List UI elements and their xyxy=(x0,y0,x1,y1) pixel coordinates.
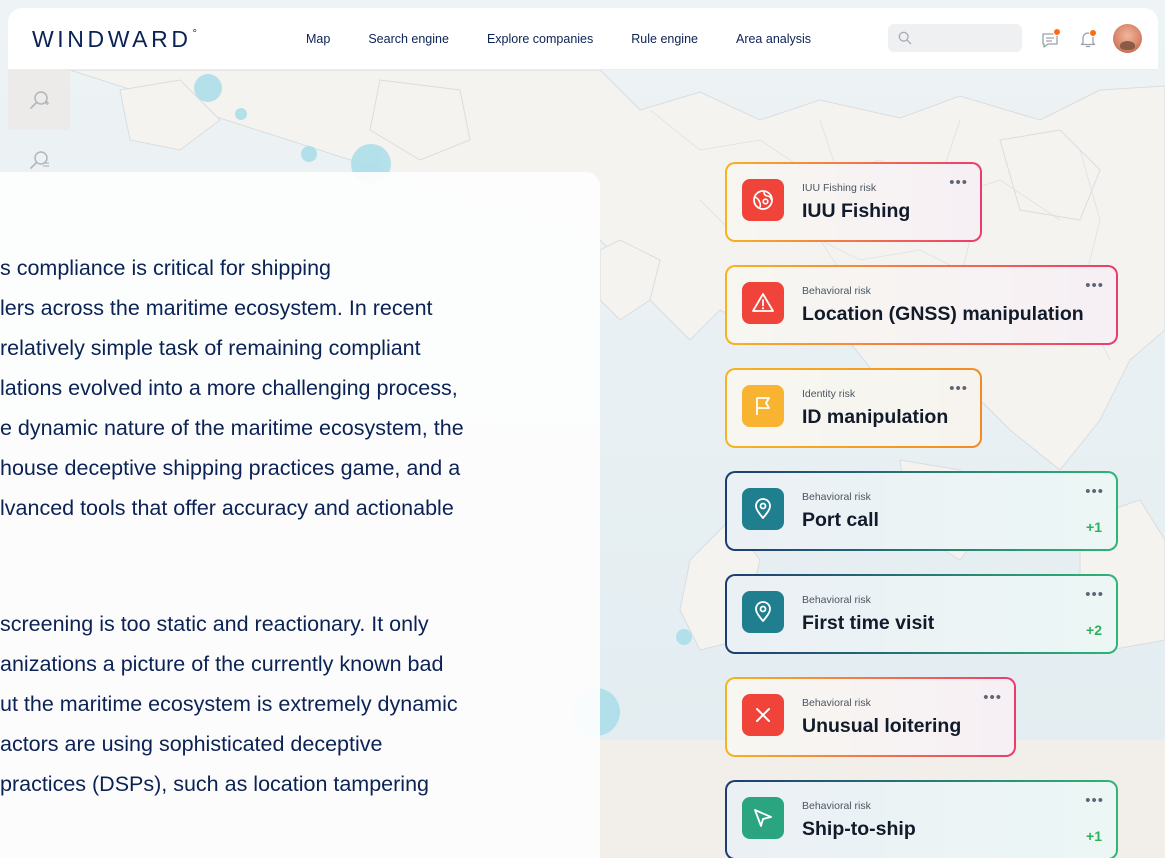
card-category: Behavioral risk xyxy=(802,491,871,503)
zoom-in-tool[interactable] xyxy=(8,70,70,130)
article-paragraph-1: s compliance is critical for shipping le… xyxy=(0,248,464,528)
header-search xyxy=(888,24,1022,52)
paragraph-2-line: ut the maritime ecosystem is extremely d… xyxy=(0,692,458,716)
globe-fish-icon xyxy=(753,190,773,210)
card-category: Behavioral risk xyxy=(802,285,871,297)
card-category: IUU Fishing risk xyxy=(802,182,877,194)
article-paragraph-2: screening is too static and reactionary.… xyxy=(0,604,458,804)
risk-card-ship-to-ship[interactable]: Behavioral risk Ship-to-ship ••• +1 xyxy=(725,780,1118,858)
card-body xyxy=(727,473,1116,549)
card-count-badge: +1 xyxy=(1086,828,1102,844)
card-category: Behavioral risk xyxy=(802,697,871,709)
paragraph-1-line: lvanced tools that offer accuracy and ac… xyxy=(0,496,454,520)
windward-logo[interactable]: WINDWARD° xyxy=(32,26,200,53)
nav-map[interactable]: Map xyxy=(306,32,330,46)
article-text-panel: s compliance is critical for shipping le… xyxy=(0,172,600,858)
send-arrow-icon xyxy=(754,809,772,827)
card-icon-badge xyxy=(742,385,784,427)
card-count-badge: +2 xyxy=(1086,622,1102,638)
nav-rule-engine[interactable]: Rule engine xyxy=(631,32,698,46)
card-more-button[interactable]: ••• xyxy=(949,380,968,397)
user-avatar[interactable] xyxy=(1113,24,1142,53)
card-icon-badge xyxy=(742,179,784,221)
card-more-button[interactable]: ••• xyxy=(1085,277,1104,294)
paragraph-1-line: s compliance is critical for shipping xyxy=(0,256,331,280)
paragraph-2-line: practices (DSPs), such as location tampe… xyxy=(0,772,429,796)
card-icon-badge xyxy=(742,694,784,736)
card-more-button[interactable]: ••• xyxy=(1085,792,1104,809)
card-category: Behavioral risk xyxy=(802,594,871,606)
logo-mark: ° xyxy=(192,28,201,40)
nav-explore-companies[interactable]: Explore companies xyxy=(487,32,593,46)
location-pin-icon xyxy=(755,601,771,622)
map-toolstrip xyxy=(8,70,70,180)
warning-triangle-icon xyxy=(752,293,774,312)
paragraph-2-line: actors are using sophisticated deceptive xyxy=(0,732,383,756)
paragraph-1-line: lers across the maritime ecosystem. In r… xyxy=(0,296,433,320)
paragraph-2-line: screening is too static and reactionary.… xyxy=(0,612,429,636)
bell-notification-dot xyxy=(1089,29,1097,37)
risk-card-iuu-fishing[interactable]: IUU Fishing risk IUU Fishing ••• xyxy=(725,162,982,242)
card-title: Unusual loitering xyxy=(802,715,962,737)
messages-notification-dot xyxy=(1053,28,1061,36)
card-icon-badge xyxy=(742,797,784,839)
card-title: IUU Fishing xyxy=(802,200,911,222)
card-more-button[interactable]: ••• xyxy=(1085,586,1104,603)
card-icon-badge xyxy=(742,591,784,633)
paragraph-1-line: lations evolved into a more challenging … xyxy=(0,376,458,400)
search-icon xyxy=(898,31,912,45)
logo-text: WINDWARD xyxy=(32,26,192,52)
risk-card-location-manipulation[interactable]: Behavioral risk Location (GNSS) manipula… xyxy=(725,265,1118,345)
card-title: Ship-to-ship xyxy=(802,818,916,840)
risk-card-first-time-visit[interactable]: Behavioral risk First time visit ••• +2 xyxy=(725,574,1118,654)
card-title: First time visit xyxy=(802,612,935,634)
paragraph-1-line: e dynamic nature of the maritime ecosyst… xyxy=(0,416,464,440)
card-icon-badge xyxy=(742,282,784,324)
zoom-in-icon xyxy=(30,91,49,109)
risk-card-id-manipulation[interactable]: Identity risk ID manipulation ••• xyxy=(725,368,982,448)
card-title: Location (GNSS) manipulation xyxy=(802,303,1084,325)
card-more-button[interactable]: ••• xyxy=(983,689,1002,706)
card-body xyxy=(727,782,1116,858)
paragraph-2-line: anizations a picture of the currently kn… xyxy=(0,652,444,676)
card-category: Identity risk xyxy=(802,388,856,400)
nav-area-analysis[interactable]: Area analysis xyxy=(736,32,811,46)
top-navigation-bar: WINDWARD° Map Search engine Explore comp… xyxy=(8,8,1158,70)
main-nav: Map Search engine Explore companies Rule… xyxy=(306,8,849,70)
risk-card-port-call[interactable]: Behavioral risk Port call ••• +1 xyxy=(725,471,1118,551)
paragraph-1-line: relatively simple task of remaining comp… xyxy=(0,336,421,360)
card-title: ID manipulation xyxy=(802,406,949,428)
search-list-icon xyxy=(30,151,49,169)
card-title: Port call xyxy=(802,509,879,531)
card-icon-badge xyxy=(742,488,784,530)
card-category: Behavioral risk xyxy=(802,800,871,812)
flag-icon xyxy=(756,397,770,415)
card-more-button[interactable]: ••• xyxy=(1085,483,1104,500)
nav-search-engine[interactable]: Search engine xyxy=(368,32,449,46)
paragraph-1-line: house deceptive shipping practices game,… xyxy=(0,456,461,480)
risk-card-unusual-loitering[interactable]: Behavioral risk Unusual loitering ••• xyxy=(725,677,1016,757)
card-more-button[interactable]: ••• xyxy=(949,174,968,191)
location-pin-icon xyxy=(755,498,771,519)
card-count-badge: +1 xyxy=(1086,519,1102,535)
close-x-icon xyxy=(756,708,770,722)
